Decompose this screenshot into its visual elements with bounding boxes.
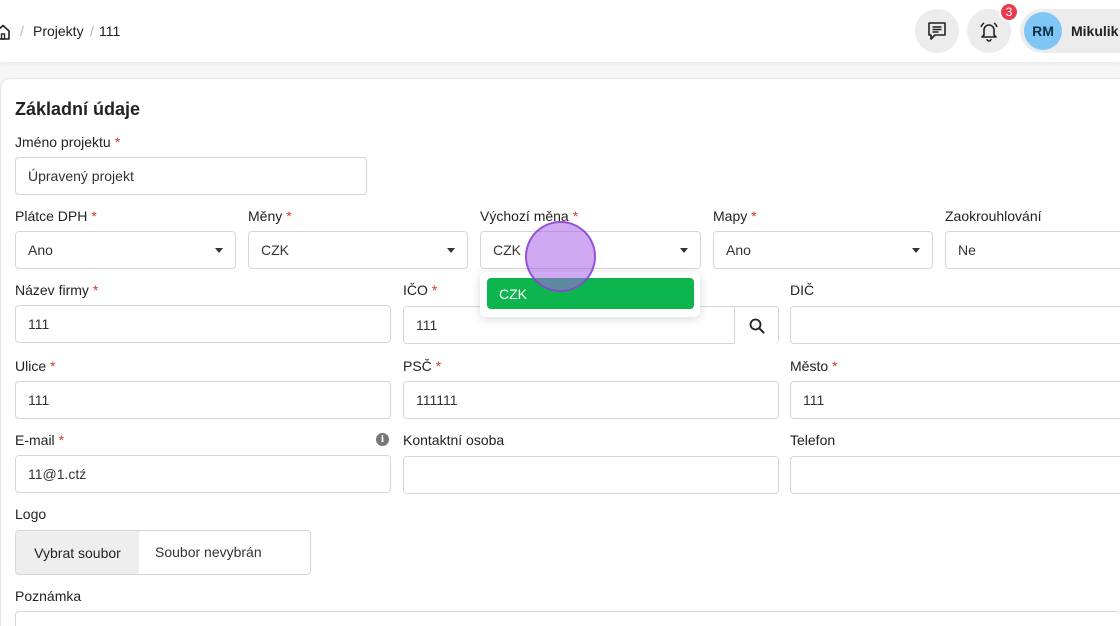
bell-icon [980, 22, 998, 42]
required-marker: * [58, 432, 65, 448]
email-input[interactable]: 11@1.ctź [15, 455, 391, 493]
dic-input[interactable] [790, 306, 1120, 344]
logo-label: Logo [15, 506, 47, 522]
ico-search-button[interactable] [734, 307, 778, 344]
currencies-select[interactable]: CZK [248, 231, 468, 269]
required-marker: * [431, 282, 438, 298]
vat-payer-label: Plátce DPH * [15, 208, 97, 224]
phone-label: Telefon [790, 432, 836, 448]
required-marker: * [91, 208, 97, 224]
caret-down-icon [215, 247, 223, 253]
currencies-label: Měny * [248, 208, 292, 224]
psc-label: PSČ * [403, 358, 442, 374]
required-marker: * [92, 282, 99, 298]
search-icon [749, 318, 764, 333]
city-label: Město * [790, 358, 838, 374]
required-marker: * [435, 358, 442, 374]
caret-down-icon [447, 247, 455, 253]
required-marker: * [572, 208, 579, 224]
dic-label: DIČ [790, 282, 815, 298]
company-name-label: Název firmy * [15, 282, 99, 298]
required-marker: * [832, 358, 838, 374]
info-icon[interactable]: i [376, 433, 389, 446]
phone-input[interactable] [790, 456, 1120, 494]
section-title: Základní údaje [15, 99, 141, 119]
maps-select[interactable]: Ano [713, 231, 933, 269]
psc-input[interactable]: 111111 [403, 381, 779, 419]
currency-dropdown-menu: CZK [480, 272, 700, 317]
required-marker: * [751, 208, 757, 224]
logo-file-input[interactable]: Vybrat soubor Soubor nevybrán [15, 530, 311, 575]
user-name: Mikulik [1071, 23, 1119, 39]
notification-badge: 3 [999, 2, 1019, 22]
avatar: RM [1024, 12, 1062, 50]
email-label: E-mail * [15, 432, 65, 448]
street-input[interactable]: 111 [15, 381, 391, 419]
user-menu[interactable]: RM Mikulik [1020, 9, 1120, 53]
contact-person-label: Kontaktní osoba [403, 432, 505, 448]
chat-button[interactable] [915, 9, 959, 53]
ico-label: IČO * [403, 282, 438, 298]
breadcrumb-separator: / [90, 23, 94, 39]
breadcrumb-separator: / [20, 23, 24, 39]
required-marker: * [286, 208, 292, 224]
vat-payer-select[interactable]: Ano [15, 231, 236, 269]
maps-label: Mapy * [713, 208, 757, 224]
chat-icon [928, 22, 946, 40]
project-name-label: Jméno projektu * [15, 134, 121, 150]
company-name-input[interactable]: 111 [15, 305, 391, 343]
street-label: Ulice * [15, 358, 56, 374]
home-icon[interactable] [0, 24, 10, 40]
city-input[interactable]: 111 [790, 381, 1120, 419]
breadcrumb-projekty[interactable]: Projekty [33, 23, 84, 39]
caret-down-icon [680, 247, 688, 253]
project-name-input[interactable]: Úpravený projekt [15, 157, 367, 195]
dropdown-option-czk[interactable]: CZK [487, 278, 694, 309]
caret-down-icon [912, 247, 920, 253]
breadcrumb-current: 111 [99, 23, 121, 39]
file-status: Soubor nevybrán [155, 544, 262, 560]
required-marker: * [114, 134, 121, 150]
click-cursor-indicator [525, 221, 596, 292]
note-label: Poznámka [15, 588, 82, 604]
choose-file-button[interactable]: Vybrat soubor [16, 531, 139, 574]
rounding-select[interactable]: Ne [945, 231, 1120, 269]
required-marker: * [50, 358, 56, 374]
contact-person-input[interactable] [403, 456, 779, 494]
rounding-label: Zaokrouhlování [945, 208, 1042, 224]
note-textarea[interactable] [15, 611, 1120, 626]
